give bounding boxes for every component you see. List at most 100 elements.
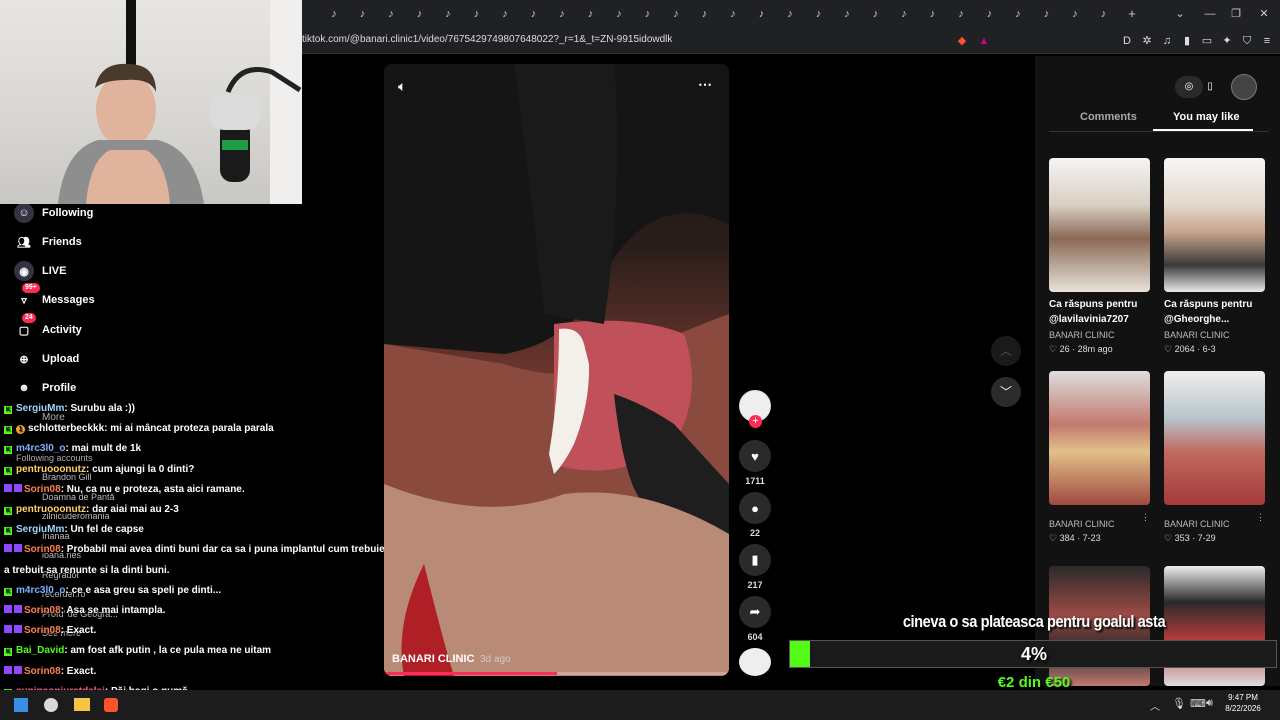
- folder-icon[interactable]: [74, 698, 90, 711]
- close-window-button[interactable]: ✕: [1256, 6, 1272, 22]
- browser-tab[interactable]: ♪: [868, 6, 884, 22]
- browser-tab[interactable]: ♪: [896, 6, 912, 22]
- clock-date[interactable]: 8/22/2026: [1222, 704, 1264, 713]
- save-button[interactable]: ▮: [739, 544, 771, 576]
- card-author[interactable]: BANARI CLINIC: [1164, 519, 1230, 529]
- video-thumbnail[interactable]: [1164, 158, 1265, 292]
- url-field[interactable]: tiktok.com/@banari.clinic1/video/7675429…: [302, 34, 672, 45]
- clock-time[interactable]: 9:47 PM: [1226, 693, 1260, 702]
- new-tab-button[interactable]: +: [1124, 6, 1140, 22]
- video-thumbnail[interactable]: [1049, 371, 1150, 505]
- chat-username[interactable]: m4rc3l0_o: [16, 585, 65, 596]
- sidebar-item-profile[interactable]: ☻ Profile: [14, 377, 76, 399]
- browser-tab[interactable]: ♪: [440, 6, 456, 22]
- chat-username[interactable]: Sorin08: [24, 625, 61, 636]
- leo-icon[interactable]: ✦: [1220, 34, 1234, 48]
- media-icon[interactable]: ♫: [1160, 34, 1174, 48]
- browser-tab[interactable]: ♪: [811, 6, 827, 22]
- card-author[interactable]: BANARI CLINIC: [1049, 519, 1115, 529]
- browser-tab[interactable]: ♪: [953, 6, 969, 22]
- sidebar-icon[interactable]: ▮: [1180, 34, 1194, 48]
- browser-tab[interactable]: ♪: [326, 6, 342, 22]
- video-progress-track[interactable]: [384, 672, 729, 675]
- brave-shield-icon[interactable]: ◆: [955, 34, 969, 48]
- minimize-button[interactable]: —: [1202, 6, 1218, 22]
- chat-username[interactable]: Sorin08: [24, 484, 61, 495]
- browser-tab[interactable]: ♪: [725, 6, 741, 22]
- chat-username[interactable]: SergiuMm: [16, 403, 64, 414]
- browser-tab[interactable]: ♪: [412, 6, 428, 22]
- browser-tab[interactable]: ♪: [1067, 6, 1083, 22]
- tab-comments[interactable]: Comments: [1080, 111, 1137, 123]
- browser-tab[interactable]: ♪: [697, 6, 713, 22]
- chat-username[interactable]: m4rc3l0_o: [16, 443, 65, 454]
- share-button[interactable]: ➦: [739, 596, 771, 628]
- browser-tab[interactable]: ♪: [982, 6, 998, 22]
- chat-username[interactable]: schlotterbeckkk: [28, 423, 104, 434]
- chat-username[interactable]: Sorin08: [24, 666, 61, 677]
- music-disc-icon[interactable]: [739, 648, 771, 676]
- browser-tab[interactable]: ♪: [782, 6, 798, 22]
- browser-tab[interactable]: ♪: [383, 6, 399, 22]
- wallet-icon[interactable]: ▭: [1200, 34, 1214, 48]
- sidebar-item-messages[interactable]: ▿ 99+ Messages: [14, 283, 95, 311]
- chat-username[interactable]: pentruooonutz: [16, 504, 86, 515]
- chat-username[interactable]: Sorin08: [24, 544, 61, 555]
- browser-tab[interactable]: ♪: [640, 6, 656, 22]
- chrome-icon[interactable]: [44, 698, 58, 712]
- network-icon[interactable]: ⌨: [1190, 697, 1206, 710]
- browser-tab[interactable]: ♪: [355, 6, 371, 22]
- browser-tab[interactable]: ♪: [583, 6, 599, 22]
- card-title[interactable]: Ca răspuns pentru: [1049, 297, 1137, 312]
- tray-chevron-icon[interactable]: ︿: [1150, 698, 1160, 713]
- previous-video-button[interactable]: ︿: [991, 336, 1021, 366]
- video-player[interactable]: 🔈︎ ⋯ BANARI CLINIC 3d ago: [384, 64, 729, 676]
- sidebar-item-activity[interactable]: ▢ 24 Activity: [14, 313, 82, 341]
- comment-button[interactable]: ●: [739, 492, 771, 524]
- brave-icon[interactable]: [104, 698, 118, 712]
- start-icon[interactable]: [14, 698, 28, 712]
- card-title[interactable]: Ca răspuns pentru: [1164, 297, 1252, 312]
- browser-tab[interactable]: ♪: [839, 6, 855, 22]
- follow-plus-icon[interactable]: +: [749, 415, 762, 428]
- card-title-mention[interactable]: @Gheorghe...: [1164, 312, 1229, 327]
- browser-tab[interactable]: ♪: [611, 6, 627, 22]
- browser-tab[interactable]: ♪: [554, 6, 570, 22]
- chat-username[interactable]: pentruooonutz: [16, 464, 86, 475]
- volume-icon[interactable]: 🔈︎: [398, 78, 406, 95]
- browser-tab[interactable]: ♪: [754, 6, 770, 22]
- browser-tab[interactable]: ♪: [526, 6, 542, 22]
- card-more-icon[interactable]: ⋮: [1256, 512, 1265, 523]
- microphone-icon[interactable]: 🎙︎: [1172, 697, 1186, 710]
- bookmark-icon[interactable]: D: [1120, 34, 1134, 48]
- volume-tray-icon[interactable]: 🔊︎: [1206, 697, 1213, 710]
- tab-you-may-like[interactable]: You may like: [1173, 111, 1239, 123]
- card-title-mention[interactable]: @lavilavinia7207: [1049, 312, 1129, 327]
- browser-tab[interactable]: ♪: [1096, 6, 1112, 22]
- video-author[interactable]: BANARI CLINIC: [392, 653, 475, 665]
- browser-tab[interactable]: ♪: [497, 6, 513, 22]
- brave-rewards-icon[interactable]: ▲: [977, 34, 991, 48]
- tab-list-chevron-icon[interactable]: ⌄: [1172, 6, 1188, 22]
- video-thumbnail[interactable]: [1164, 371, 1265, 505]
- chat-username[interactable]: Sorin08: [24, 605, 61, 616]
- video-thumbnail[interactable]: [1049, 158, 1150, 292]
- chat-username[interactable]: SergiuMm: [16, 524, 64, 535]
- browser-tab[interactable]: ♪: [469, 6, 485, 22]
- card-more-icon[interactable]: ⋮: [1141, 512, 1150, 523]
- sidebar-item-following[interactable]: ☺ Following: [14, 202, 93, 224]
- browser-tab[interactable]: ♪: [668, 6, 684, 22]
- restore-button[interactable]: ❐: [1228, 6, 1244, 22]
- browser-tab[interactable]: ♪: [1010, 6, 1026, 22]
- like-button[interactable]: ♥: [739, 440, 771, 472]
- browser-tab[interactable]: ♪: [1039, 6, 1055, 22]
- sidebar-item-upload[interactable]: ⊕ Upload: [14, 348, 79, 370]
- vpn-icon[interactable]: ⛉: [1240, 34, 1254, 48]
- browser-tab[interactable]: ♪: [925, 6, 941, 22]
- extensions-icon[interactable]: ✲: [1140, 34, 1154, 48]
- profile-avatar[interactable]: [1231, 74, 1257, 100]
- chat-username[interactable]: Bai_David: [16, 645, 64, 656]
- sidebar-item-live[interactable]: ◉ LIVE: [14, 260, 66, 282]
- more-options-icon[interactable]: ⋯: [698, 76, 712, 93]
- device-icon[interactable]: ▯: [1198, 76, 1222, 98]
